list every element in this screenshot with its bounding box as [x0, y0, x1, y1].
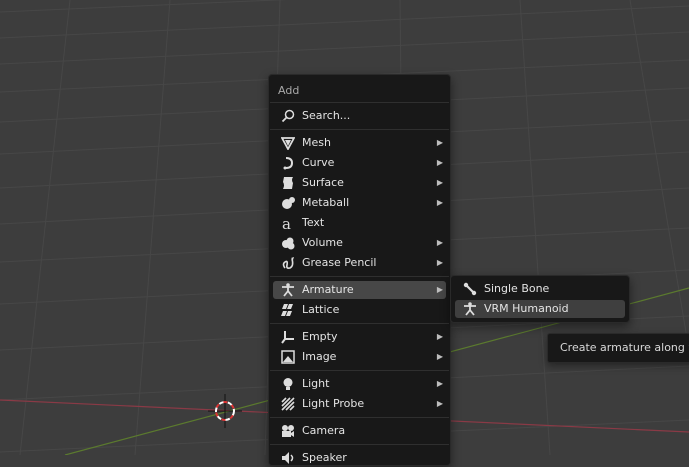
- submenu-item-label: VRM Humanoid: [484, 302, 569, 315]
- menu-item-label: Curve: [302, 156, 335, 169]
- menu-item-label: Light Probe: [302, 397, 365, 410]
- text-icon: a: [282, 216, 291, 230]
- search-label: Search...: [302, 109, 351, 122]
- menu-item-grease-pencil[interactable]: Grease Pencil ▶: [273, 254, 446, 272]
- menu-item-label: Surface: [302, 176, 344, 189]
- menu-item-label: Lattice: [302, 303, 340, 316]
- light-icon: [283, 378, 293, 390]
- menu-item-label: Speaker: [302, 451, 347, 464]
- menu-item-image[interactable]: Image ▶: [273, 348, 446, 366]
- submenu-arrow-icon: ▶: [436, 138, 443, 147]
- submenu-item-single-bone[interactable]: Single Bone: [455, 280, 625, 298]
- tooltip-text: Create armature along w: [560, 341, 689, 354]
- menu-item-label: Text: [302, 216, 325, 229]
- menu-item-label: Empty: [302, 330, 338, 343]
- svg-text:a: a: [282, 216, 291, 230]
- speaker-icon: [282, 452, 294, 464]
- submenu-arrow-icon: ▶: [436, 332, 443, 341]
- submenu-arrow-icon: ▶: [436, 158, 443, 167]
- menu-item-mesh[interactable]: Mesh ▶: [273, 134, 446, 152]
- menu-item-curve[interactable]: Curve ▶: [273, 154, 446, 172]
- search-item[interactable]: Search...: [273, 107, 446, 125]
- search-icon: [281, 109, 295, 123]
- menu-item-metaball[interactable]: Metaball ▶: [273, 194, 446, 212]
- tooltip: Create armature along w: [547, 333, 689, 363]
- bone-icon: [463, 282, 477, 296]
- menu-item-light[interactable]: Light ▶: [273, 375, 446, 393]
- menu-item-label: Camera: [302, 424, 346, 437]
- armature-submenu: Single Bone VRM Humanoid: [450, 275, 630, 323]
- submenu-item-vrm-humanoid[interactable]: VRM Humanoid: [455, 300, 625, 318]
- menu-item-surface[interactable]: Surface ▶: [273, 174, 446, 192]
- lattice-icon: [281, 304, 293, 316]
- menu-item-speaker[interactable]: Speaker: [273, 449, 446, 467]
- armature-icon: [464, 302, 476, 316]
- menu-item-empty[interactable]: Empty ▶: [273, 328, 446, 346]
- volume-icon: [282, 237, 295, 250]
- submenu-arrow-icon: ▶: [436, 352, 443, 361]
- menu-item-text[interactable]: a Text: [273, 214, 446, 232]
- submenu-arrow-icon: ▶: [436, 178, 443, 187]
- menu-item-lattice[interactable]: Lattice: [273, 301, 446, 319]
- curve-icon: [283, 157, 294, 170]
- menu-item-camera[interactable]: Camera: [273, 422, 446, 440]
- submenu-arrow-icon: ▶: [436, 285, 443, 294]
- light-probe-icon: [281, 397, 295, 411]
- submenu-item-label: Single Bone: [484, 282, 550, 295]
- menu-item-light-probe[interactable]: Light Probe ▶: [273, 395, 446, 413]
- metaball-icon: [282, 197, 295, 209]
- camera-icon: [282, 425, 294, 437]
- menu-item-label: Image: [302, 350, 337, 363]
- 3d-cursor-icon: [208, 394, 242, 428]
- menu-item-label: Light: [302, 377, 330, 390]
- menu-item-label: Armature: [302, 283, 354, 296]
- surface-icon: [283, 177, 293, 189]
- armature-icon: [282, 283, 294, 297]
- mesh-icon: [281, 137, 295, 150]
- add-menu: Add Search... Mesh ▶ Curve ▶ Surface ▶ M…: [268, 74, 451, 466]
- menu-item-label: Mesh: [302, 136, 331, 149]
- submenu-arrow-icon: ▶: [436, 379, 443, 388]
- grease-pencil-icon: [282, 257, 294, 269]
- submenu-arrow-icon: ▶: [436, 399, 443, 408]
- menu-item-volume[interactable]: Volume ▶: [273, 234, 446, 252]
- menu-item-label: Metaball: [302, 196, 350, 209]
- submenu-arrow-icon: ▶: [436, 258, 443, 267]
- menu-item-armature[interactable]: Armature ▶: [273, 281, 446, 299]
- submenu-arrow-icon: ▶: [436, 198, 443, 207]
- image-icon: [281, 350, 295, 364]
- empty-icon: [281, 331, 294, 344]
- menu-title: Add: [278, 84, 300, 97]
- submenu-arrow-icon: ▶: [436, 238, 443, 247]
- menu-item-label: Volume: [302, 236, 343, 249]
- menu-item-label: Grease Pencil: [302, 256, 377, 269]
